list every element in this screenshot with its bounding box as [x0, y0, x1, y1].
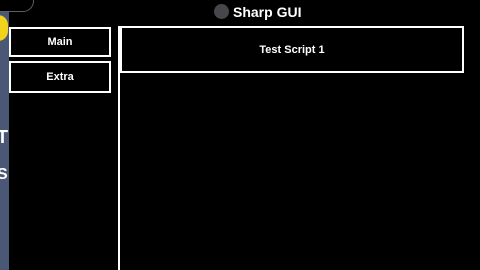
- circle-logo-icon: [214, 4, 229, 19]
- background-letter: S: [0, 166, 8, 183]
- gui-title: Sharp GUI: [233, 4, 302, 20]
- tab-main-button[interactable]: Main: [9, 27, 111, 57]
- script-list: Test Script 1: [120, 26, 480, 270]
- gui-root: T S Sharp GUI Main Extra Test Script 1: [0, 0, 480, 270]
- test-script-1-button[interactable]: Test Script 1: [120, 26, 464, 73]
- background-letter: T: [0, 127, 8, 147]
- tab-sidebar: Main Extra: [9, 26, 120, 270]
- tab-extra-button[interactable]: Extra: [9, 61, 111, 93]
- gui-header[interactable]: Sharp GUI: [9, 0, 480, 26]
